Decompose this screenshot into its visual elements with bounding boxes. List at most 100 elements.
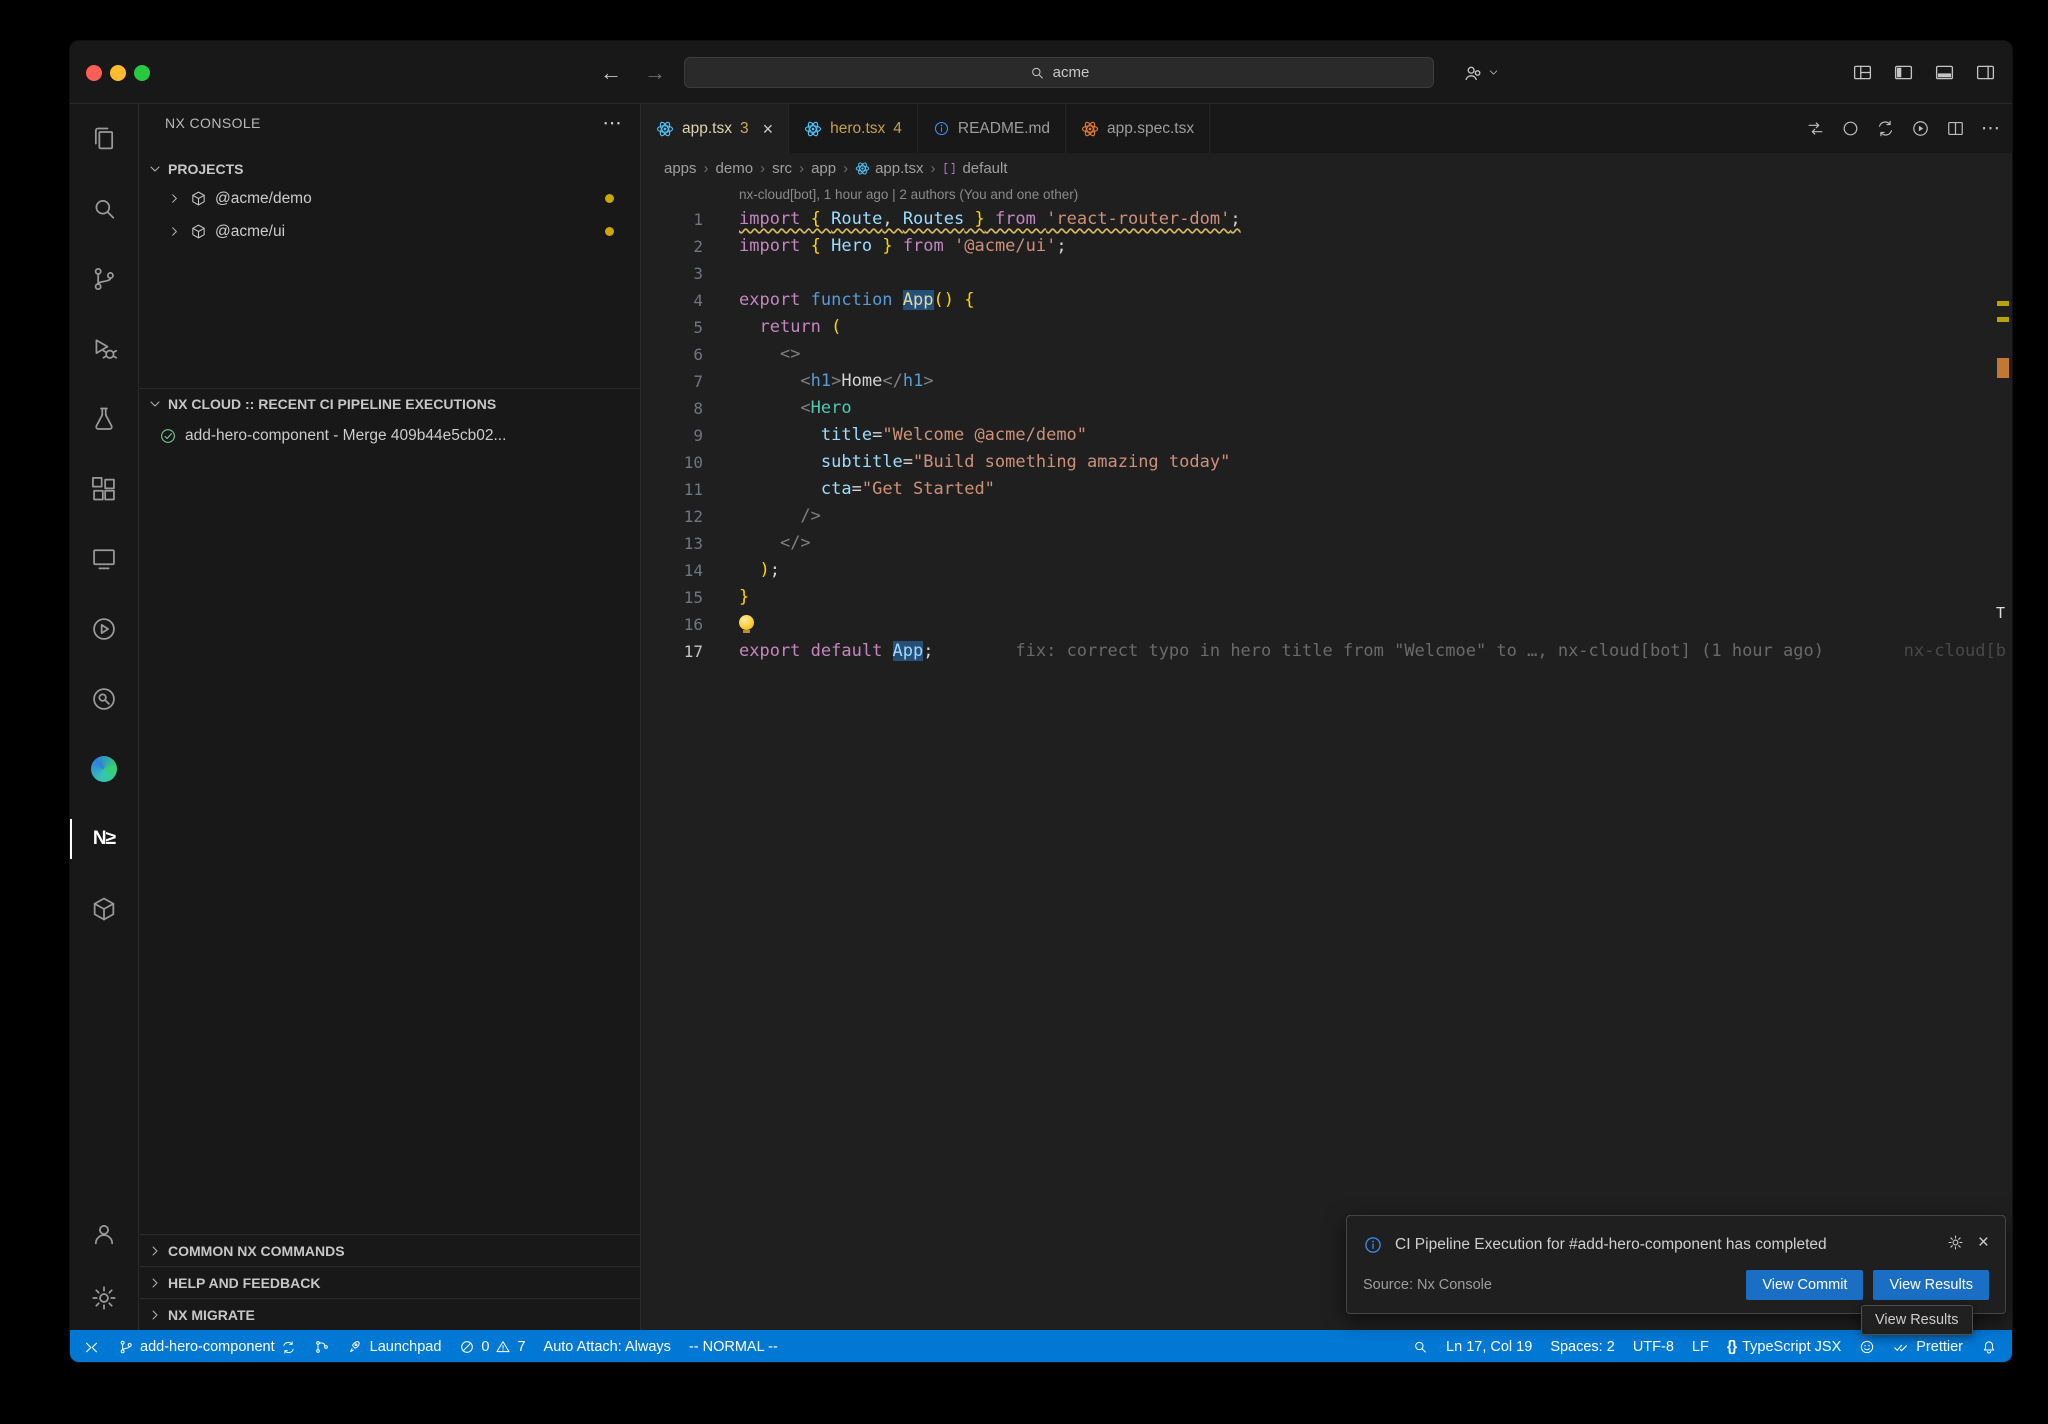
- tab-readme-md[interactable]: README.md: [918, 104, 1066, 153]
- line-number[interactable]: 17: [641, 638, 703, 665]
- code-line[interactable]: 5 return (: [641, 314, 2012, 341]
- breadcrumb-item[interactable]: src: [772, 160, 792, 177]
- code-line[interactable]: 14 );: [641, 557, 2012, 584]
- run-target-icon[interactable]: [1911, 119, 1930, 138]
- line-number[interactable]: 6: [641, 341, 703, 368]
- line-number[interactable]: 15: [641, 584, 703, 611]
- code-line[interactable]: 4export function App() {: [641, 287, 2012, 314]
- code-line[interactable]: 8 <Hero: [641, 395, 2012, 422]
- sidebar-item-package[interactable]: [70, 874, 138, 944]
- code-line[interactable]: 1import { Route, Routes } from 'react-ro…: [641, 206, 2012, 233]
- close-icon[interactable]: ×: [763, 120, 774, 138]
- git-branch-status[interactable]: add-hero-component: [109, 1330, 305, 1363]
- sidebar-item-nx-console[interactable]: N≥: [70, 804, 138, 874]
- code-line[interactable]: 6 <>: [641, 341, 2012, 368]
- code-line[interactable]: 12 />: [641, 503, 2012, 530]
- sidebar-item-code-inspect[interactable]: [70, 664, 138, 734]
- timeline-icon[interactable]: [1841, 119, 1860, 138]
- encoding-status[interactable]: UTF-8: [1624, 1330, 1683, 1363]
- code-line[interactable]: 3: [641, 260, 2012, 287]
- sync-file-icon[interactable]: [1876, 119, 1895, 138]
- line-number[interactable]: 13: [641, 530, 703, 557]
- ci-pipeline-item[interactable]: add-hero-component - Merge 409b44e5cb02.…: [139, 419, 640, 452]
- project-item-acme-demo[interactable]: @acme/demo: [139, 182, 640, 215]
- launchpad-status[interactable]: Launchpad: [339, 1330, 451, 1363]
- sidebar-item-settings[interactable]: [70, 1266, 138, 1330]
- customize-layout-icon[interactable]: [1852, 62, 1873, 83]
- view-results-button[interactable]: View Results: [1873, 1270, 1989, 1300]
- toggle-sidebar-right-icon[interactable]: [1975, 62, 1996, 83]
- code-line[interactable]: 15}: [641, 584, 2012, 611]
- sidebar-item-explorer[interactable]: [70, 104, 138, 174]
- sidebar-item-edge-browser[interactable]: [70, 734, 138, 804]
- nx-migrate-header[interactable]: NX MIGRATE: [139, 1298, 640, 1330]
- indentation-status[interactable]: Spaces: 2: [1541, 1330, 1624, 1363]
- breadcrumb-item[interactable]: apps: [664, 160, 697, 177]
- sidebar-item-account[interactable]: [70, 1202, 138, 1266]
- sidebar-item-source-control[interactable]: [70, 244, 138, 314]
- line-number[interactable]: 1: [641, 206, 703, 233]
- split-editor-icon[interactable]: [1946, 119, 1965, 138]
- toggle-panel-icon[interactable]: [1934, 62, 1955, 83]
- code-line[interactable]: 10 subtitle="Build something amazing tod…: [641, 449, 2012, 476]
- forward-icon[interactable]: →: [644, 60, 666, 86]
- view-commit-button[interactable]: View Commit: [1746, 1270, 1863, 1300]
- sidebar-item-extensions[interactable]: [70, 454, 138, 524]
- line-number[interactable]: 10: [641, 449, 703, 476]
- breadcrumb-item[interactable]: demo: [716, 160, 754, 177]
- line-number[interactable]: 5: [641, 314, 703, 341]
- notifications-status[interactable]: [1972, 1330, 2006, 1363]
- zoom-indicator[interactable]: [1403, 1330, 1437, 1363]
- common-nx-commands-header[interactable]: COMMON NX COMMANDS: [139, 1234, 640, 1266]
- eol-status[interactable]: LF: [1683, 1330, 1718, 1363]
- line-number[interactable]: 16: [641, 611, 703, 638]
- notification-settings-gear-icon[interactable]: [1947, 1234, 1964, 1251]
- cursor-position-status[interactable]: Ln 17, Col 19: [1437, 1330, 1541, 1363]
- language-mode-status[interactable]: {} TypeScript JSX: [1718, 1330, 1850, 1363]
- more-actions-icon[interactable]: ⋯: [603, 112, 622, 135]
- line-number[interactable]: 8: [641, 395, 703, 422]
- commit-graph-status[interactable]: [305, 1330, 339, 1363]
- more-actions-icon[interactable]: ⋯: [1981, 117, 2000, 140]
- line-number[interactable]: 12: [641, 503, 703, 530]
- project-item-acme-ui[interactable]: @acme/ui: [139, 215, 640, 248]
- accounts-menu[interactable]: [1462, 41, 1500, 104]
- code-line[interactable]: 9 title="Welcome @acme/demo": [641, 422, 2012, 449]
- vim-mode-status[interactable]: -- NORMAL --: [680, 1330, 787, 1363]
- sidebar-item-run-circle[interactable]: [70, 594, 138, 664]
- code-line[interactable]: 16: [641, 611, 2012, 638]
- line-number[interactable]: 3: [641, 260, 703, 287]
- open-changes-icon[interactable]: [1806, 119, 1825, 138]
- minimize-window-button[interactable]: [110, 65, 126, 81]
- remote-indicator[interactable]: [74, 1330, 109, 1363]
- sidebar-item-search[interactable]: [70, 174, 138, 244]
- toggle-sidebar-left-icon[interactable]: [1893, 62, 1914, 83]
- command-center-search[interactable]: acme: [684, 57, 1434, 88]
- help-and-feedback-header[interactable]: HELP AND FEEDBACK: [139, 1266, 640, 1298]
- back-icon[interactable]: ←: [600, 60, 622, 86]
- line-number[interactable]: 2: [641, 233, 703, 260]
- breadcrumb-item[interactable]: app: [811, 160, 836, 177]
- line-number[interactable]: 11: [641, 476, 703, 503]
- tab-hero-tsx[interactable]: hero.tsx 4: [789, 104, 918, 153]
- auto-attach-status[interactable]: Auto Attach: Always: [535, 1330, 680, 1363]
- code-line[interactable]: 2import { Hero } from '@acme/ui';: [641, 233, 2012, 260]
- lightbulb-icon[interactable]: [739, 615, 754, 630]
- code-line[interactable]: 11 cta="Get Started": [641, 476, 2012, 503]
- zoom-window-button[interactable]: [134, 65, 150, 81]
- problems-status[interactable]: 0 7: [450, 1330, 534, 1363]
- sidebar-item-remote-explorer[interactable]: [70, 524, 138, 594]
- breadcrumb-item[interactable]: default: [942, 160, 1007, 177]
- close-icon[interactable]: ×: [1978, 1233, 1989, 1252]
- line-number[interactable]: 14: [641, 557, 703, 584]
- code-line[interactable]: 7 <h1>Home</h1>: [641, 368, 2012, 395]
- close-window-button[interactable]: [86, 65, 102, 81]
- nx-cloud-section-header[interactable]: NX CLOUD :: RECENT CI PIPELINE EXECUTION…: [139, 388, 640, 419]
- tab-app-tsx[interactable]: app.tsx 3 ×: [641, 104, 789, 153]
- code-area[interactable]: 1import { Route, Routes } from 'react-ro…: [641, 206, 2012, 1330]
- code-line[interactable]: 13 </>: [641, 530, 2012, 557]
- tab-app-spec-tsx[interactable]: app.spec.tsx: [1066, 104, 1210, 153]
- breadcrumb-item[interactable]: app.tsx: [855, 160, 923, 177]
- code-line[interactable]: 17export default App; fix: correct typo …: [641, 638, 2012, 665]
- sidebar-item-testing[interactable]: [70, 384, 138, 454]
